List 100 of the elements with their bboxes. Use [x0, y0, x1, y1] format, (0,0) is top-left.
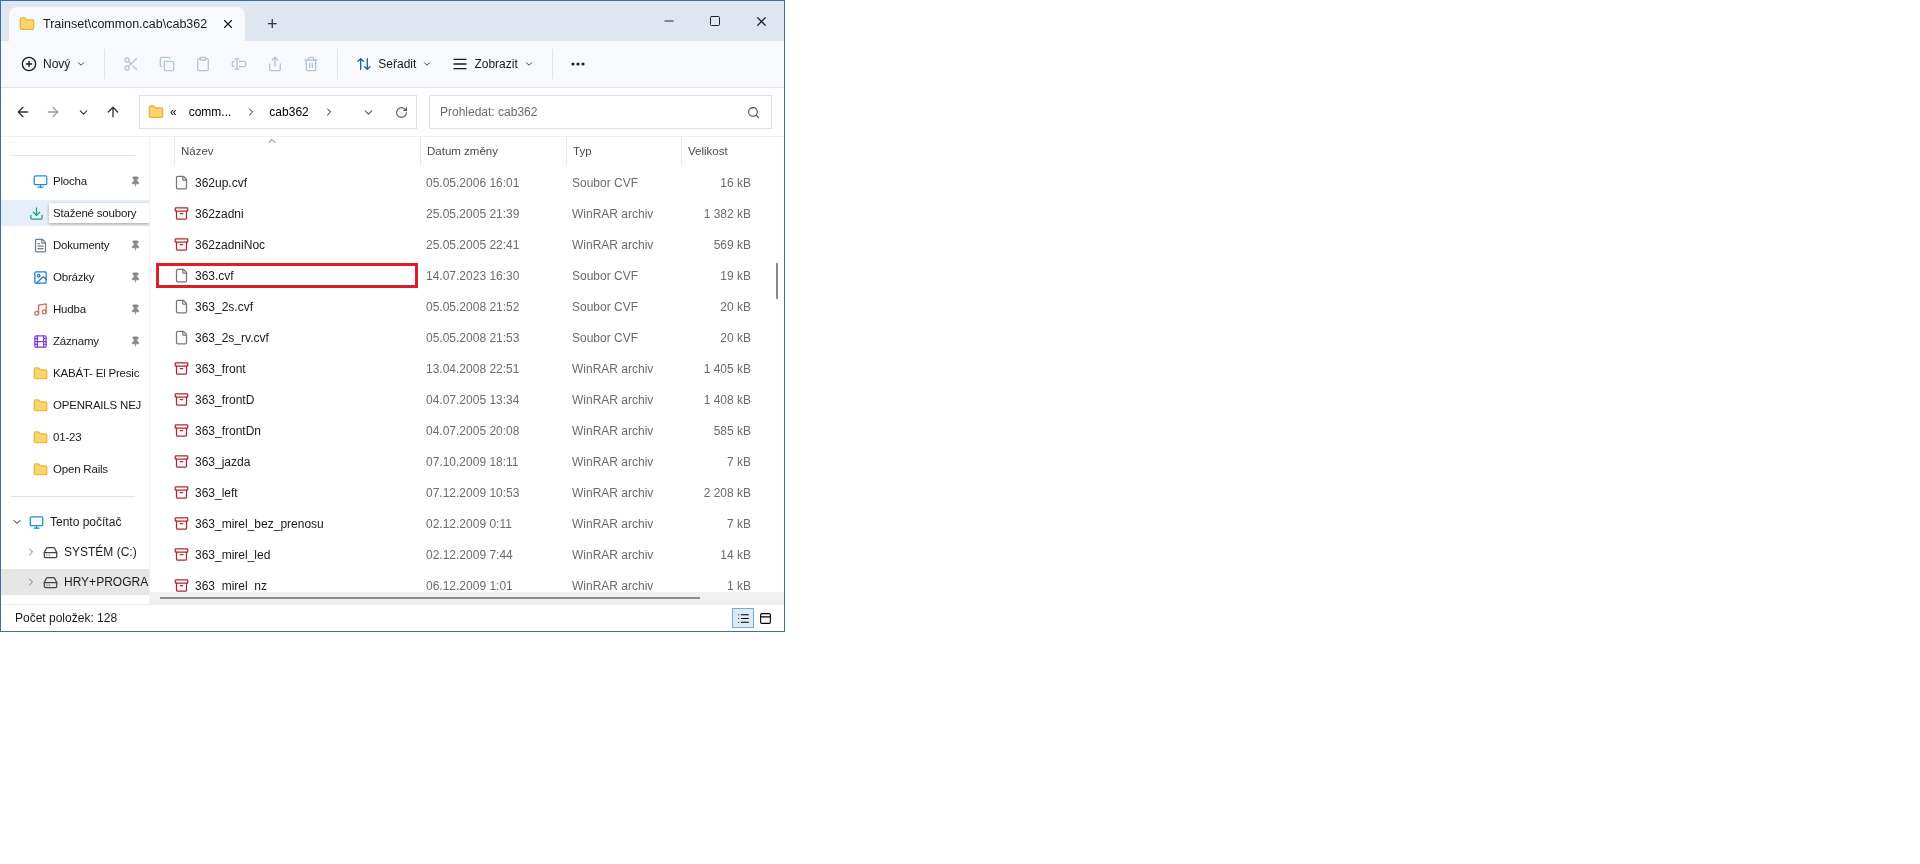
- window-tab[interactable]: Trainset\common.cab\cab362: [9, 7, 245, 41]
- date-cell-text: 06.12.2009 1:01: [425, 578, 514, 592]
- tab-title: Trainset\common.cab\cab362: [43, 17, 209, 31]
- archive-icon: [174, 206, 189, 221]
- address-bar[interactable]: « comm... cab362: [139, 95, 417, 129]
- breadcrumb[interactable]: cab362: [269, 105, 309, 119]
- file-name[interactable]: 363_mirel_led: [195, 547, 271, 562]
- tree-label: Tento počítač: [50, 515, 122, 529]
- folder-icon: [33, 397, 48, 413]
- type-cell-text: Soubor CVF: [571, 268, 640, 283]
- new-tab-button[interactable]: +: [259, 7, 286, 41]
- tree-item[interactable]: HRY+PROGRA: [1, 569, 149, 595]
- date-cell-text: 14.07.2023 16:30: [425, 268, 521, 283]
- file-name[interactable]: 363_jazda: [195, 454, 251, 469]
- breadcrumb-overflow[interactable]: «: [170, 105, 177, 119]
- sidebar-label: Záznamy: [53, 335, 100, 347]
- file-icon: [174, 175, 189, 190]
- view-mode-button[interactable]: [732, 608, 754, 628]
- date-cell-text: 02.12.2009 0:11: [425, 516, 513, 531]
- sidebar-item[interactable]: Dokumenty: [1, 232, 149, 258]
- file-name[interactable]: 363_left: [195, 485, 238, 500]
- scrollbar-thumb[interactable]: [160, 597, 700, 599]
- list-icon: [736, 611, 750, 625]
- sidebar-label: Stažené soubory: [49, 203, 149, 223]
- sort-button[interactable]: Seřadit: [348, 48, 441, 80]
- type-cell-text: Soubor CVF: [571, 330, 640, 345]
- sidebar-item[interactable]: Záznamy: [1, 328, 149, 354]
- file-name[interactable]: 363_frontD: [195, 392, 255, 407]
- size-cell-text: 569 kB: [712, 237, 751, 252]
- sidebar-item[interactable]: Plocha: [1, 168, 149, 194]
- folder-icon: [19, 16, 35, 32]
- sidebar-item[interactable]: KABÁT- El Presic: [1, 360, 149, 386]
- view-button[interactable]: Zobrazit: [444, 48, 542, 80]
- type-cell-text: WinRAR archiv: [571, 516, 655, 531]
- picture-icon: [33, 269, 48, 285]
- file-name[interactable]: 363.cvf: [195, 268, 234, 283]
- sidebar-item[interactable]: Obrázky: [1, 264, 149, 290]
- tree-item[interactable]: SYSTÉM (C:): [1, 539, 149, 565]
- file-name[interactable]: 363_2s_rv.cvf: [195, 330, 269, 345]
- breadcrumb[interactable]: comm...: [188, 105, 232, 119]
- column-header[interactable]: Datum změny: [420, 137, 566, 165]
- lines-icon: [452, 56, 469, 72]
- sidebar-label: Plocha: [53, 175, 88, 187]
- back-icon: [15, 104, 31, 120]
- sidebar-item[interactable]: Stažené soubory: [1, 200, 149, 226]
- new-button[interactable]: Nový: [13, 48, 95, 80]
- scissors-icon: [123, 56, 140, 72]
- size-cell-text: 2 208 kB: [702, 485, 751, 500]
- sidebar-item[interactable]: Open Rails: [1, 456, 149, 482]
- search-icon[interactable]: [747, 106, 760, 119]
- sidebar-item[interactable]: OPENRAILS NEJ: [1, 392, 149, 418]
- type-cell-text: WinRAR archiv: [571, 423, 655, 438]
- type-cell-text: WinRAR archiv: [571, 578, 655, 592]
- sidebar-item[interactable]: Hudba: [1, 296, 149, 322]
- tiles-icon: [758, 611, 772, 625]
- copy-icon: [159, 56, 176, 72]
- up-icon: [105, 104, 121, 120]
- sidebar-item[interactable]: 01-23: [1, 424, 149, 450]
- date-cell-text: 05.05.2006 16:01: [425, 175, 521, 190]
- date-cell-text: 07.12.2009 10:53: [425, 485, 521, 500]
- archive-icon: [174, 516, 189, 531]
- file-icon: [174, 299, 189, 314]
- type-cell-text: WinRAR archiv: [571, 547, 655, 562]
- file-icon: [174, 330, 189, 345]
- refresh-icon[interactable]: [395, 105, 408, 119]
- clipboard-icon: [195, 56, 212, 72]
- scrollbar-thumb[interactable]: [776, 263, 778, 299]
- video-icon: [33, 333, 48, 349]
- archive-icon: [174, 423, 189, 438]
- share-icon: [267, 56, 284, 72]
- close-icon[interactable]: [221, 17, 235, 31]
- tree-item[interactable]: Tento počítač: [1, 509, 149, 535]
- file-name[interactable]: 362zadni: [195, 206, 244, 221]
- file-name[interactable]: 363_frontDn: [195, 423, 262, 438]
- folder-icon: [33, 461, 48, 477]
- caret-icon: [422, 59, 433, 69]
- file-name[interactable]: 362up.cvf: [195, 175, 248, 190]
- column-header[interactable]: Typ: [566, 137, 681, 165]
- rename-icon: [231, 56, 248, 72]
- search-field[interactable]: Prohledat: cab362: [429, 95, 772, 129]
- file-name[interactable]: 363_front: [195, 361, 246, 376]
- date-cell-text: 13.04.2008 22:51: [425, 361, 521, 376]
- file-name[interactable]: 363_2s.cvf: [195, 299, 254, 314]
- more-icon: [570, 62, 585, 66]
- file-name[interactable]: 362zadniNoc: [195, 237, 266, 252]
- archive-icon: [174, 578, 189, 592]
- folder-icon: [33, 429, 48, 445]
- sidebar-label: Hudba: [53, 303, 87, 315]
- file-name[interactable]: 363_mirel_nz: [195, 578, 268, 592]
- folder-icon: [33, 365, 48, 381]
- caret-icon: [523, 59, 534, 69]
- archive-icon: [174, 392, 189, 407]
- music-icon: [33, 301, 48, 317]
- folder-icon: [148, 104, 164, 120]
- type-cell-text: WinRAR archiv: [571, 361, 655, 376]
- size-cell-text: 1 kB: [726, 578, 751, 592]
- column-header[interactable]: Velikost: [681, 137, 751, 165]
- column-header[interactable]: Název: [174, 137, 420, 165]
- file-name[interactable]: 363_mirel_bez_prenosu: [195, 516, 324, 531]
- date-cell-text: 25.05.2005 21:39: [425, 206, 521, 221]
